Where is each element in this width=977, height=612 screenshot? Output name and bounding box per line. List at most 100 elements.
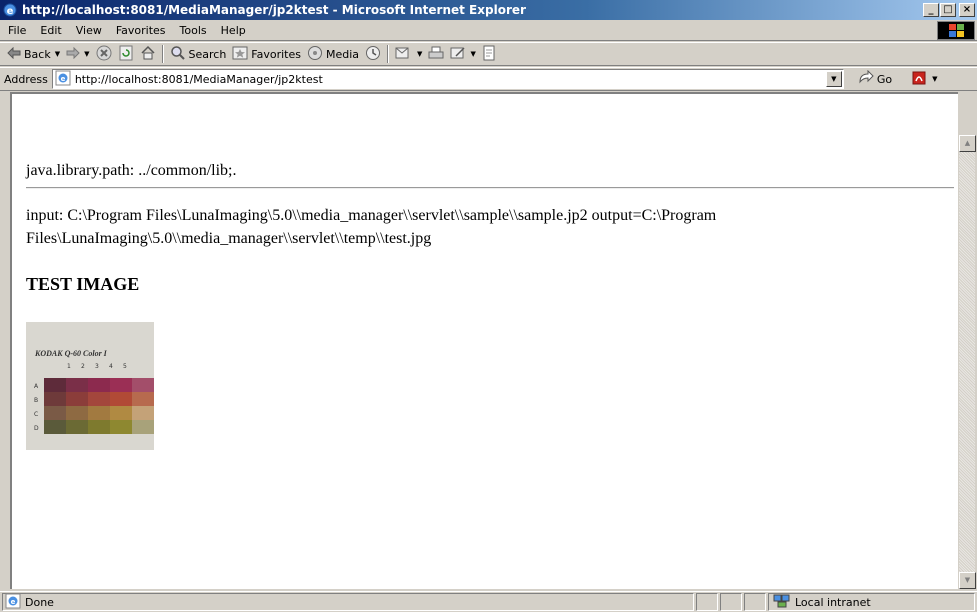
- mail-button[interactable]: ▼: [392, 44, 425, 64]
- chevron-down-icon[interactable]: ▼: [417, 50, 422, 58]
- favorites-button[interactable]: Favorites: [229, 44, 304, 64]
- menu-file[interactable]: File: [0, 24, 33, 37]
- search-icon: [170, 45, 186, 64]
- color-swatch: [132, 406, 154, 420]
- scroll-down-button[interactable]: ▼: [959, 572, 976, 589]
- color-swatch: [110, 392, 132, 406]
- menu-edit[interactable]: Edit: [33, 24, 68, 37]
- toolbar-separator: [161, 45, 164, 63]
- column-label: 5: [123, 363, 127, 370]
- test-image-heading: TEST IMAGE: [26, 274, 140, 294]
- edit-button[interactable]: ▼: [447, 44, 478, 64]
- stop-icon: [96, 45, 112, 64]
- color-swatch: [132, 392, 154, 406]
- scroll-up-button[interactable]: ▲: [959, 135, 976, 152]
- color-swatch: [110, 420, 132, 434]
- color-swatch: [44, 406, 66, 420]
- close-button[interactable]: ×: [959, 3, 975, 17]
- row-label: C: [34, 411, 38, 418]
- menu-help[interactable]: Help: [214, 24, 253, 37]
- maximize-button[interactable]: □: [940, 3, 956, 17]
- security-zone-panel[interactable]: Local intranet: [768, 593, 975, 611]
- go-label: Go: [876, 72, 893, 86]
- acrobat-icon: [912, 70, 930, 89]
- back-label: Back: [24, 47, 51, 61]
- window-title: http://localhost:8081/MediaManager/jp2kt…: [22, 3, 526, 17]
- address-field[interactable]: e ▼: [51, 69, 844, 89]
- status-cell: [744, 593, 766, 611]
- color-swatch: [88, 378, 110, 392]
- local-intranet-icon: [773, 593, 791, 612]
- stop-button[interactable]: [93, 44, 115, 64]
- color-swatch: [110, 378, 132, 392]
- chevron-down-icon[interactable]: ▼: [470, 50, 475, 58]
- zone-label: Local intranet: [795, 595, 871, 609]
- address-input[interactable]: [74, 72, 815, 86]
- media-button[interactable]: Media: [304, 44, 362, 64]
- history-icon: [365, 45, 381, 64]
- menu-view[interactable]: View: [69, 24, 109, 37]
- color-swatch: [66, 406, 88, 420]
- color-swatch: [44, 392, 66, 406]
- status-panel: e Done: [2, 593, 694, 611]
- discuss-button[interactable]: [479, 44, 499, 64]
- chevron-down-icon[interactable]: ▼: [55, 50, 60, 58]
- color-swatch: [88, 420, 110, 434]
- menu-tools[interactable]: Tools: [173, 24, 214, 37]
- title-bar[interactable]: e http://localhost:8081/MediaManager/jp2…: [0, 0, 977, 20]
- color-swatch: [132, 378, 154, 392]
- acrobat-button[interactable]: ▼: [912, 70, 937, 89]
- go-button[interactable]: Go: [858, 69, 893, 89]
- edit-page-icon: [450, 45, 466, 64]
- address-dropdown-button[interactable]: ▼: [825, 71, 842, 87]
- color-swatch: [88, 406, 110, 420]
- toolbar-separator: [387, 45, 390, 63]
- kodak-q60-target-image: KODAK Q-60 Color I 12345 ABCD: [26, 322, 154, 450]
- horizontal-rule: [26, 187, 954, 189]
- status-text: Done: [25, 595, 54, 609]
- menu-favorites[interactable]: Favorites: [109, 24, 173, 37]
- page-content: java.library.path: ../common/lib;. input…: [10, 92, 958, 589]
- history-button[interactable]: [362, 44, 384, 64]
- discuss-icon: [482, 45, 496, 64]
- back-button[interactable]: Back ▼: [4, 44, 63, 64]
- svg-text:e: e: [60, 75, 65, 83]
- vertical-scrollbar[interactable]: ▲ ▼: [958, 135, 976, 589]
- column-label: 2: [81, 363, 85, 370]
- color-swatch: [66, 392, 88, 406]
- chevron-down-icon[interactable]: ▼: [84, 50, 89, 58]
- color-swatch: [66, 378, 88, 392]
- svg-text:e: e: [11, 598, 16, 606]
- column-label: 4: [109, 363, 113, 370]
- column-label: 3: [95, 363, 99, 370]
- refresh-button[interactable]: [115, 44, 137, 64]
- status-cell: [720, 593, 742, 611]
- row-label: D: [34, 425, 39, 432]
- print-button[interactable]: [425, 44, 447, 64]
- chevron-down-icon[interactable]: ▼: [932, 75, 937, 83]
- media-icon: [307, 45, 323, 64]
- home-button[interactable]: [137, 44, 159, 64]
- ie-logo-icon: e: [2, 2, 18, 18]
- printer-icon: [428, 45, 444, 64]
- color-swatch: [44, 378, 66, 392]
- color-swatch: [88, 392, 110, 406]
- status-cell: [696, 593, 718, 611]
- search-button[interactable]: Search: [167, 44, 230, 64]
- forward-button[interactable]: ▼: [63, 44, 92, 64]
- media-label: Media: [326, 47, 360, 61]
- input-output-text: input: C:\Program Files\LunaImaging\5.0\…: [26, 207, 717, 247]
- search-label: Search: [188, 47, 227, 61]
- address-bar: Address e ▼ Go ▼: [0, 67, 977, 91]
- windows-logo-icon: [937, 21, 975, 40]
- ie-page-icon: e: [5, 593, 21, 612]
- forward-arrow-icon: [66, 46, 80, 62]
- color-swatch: [66, 420, 88, 434]
- mail-icon: [395, 45, 413, 64]
- svg-text:e: e: [7, 6, 14, 17]
- address-label: Address: [4, 72, 48, 86]
- minimize-button[interactable]: _: [923, 3, 939, 17]
- library-path-text: java.library.path: ../common/lib;.: [26, 162, 237, 179]
- row-label: B: [34, 397, 38, 404]
- color-swatch: [44, 420, 66, 434]
